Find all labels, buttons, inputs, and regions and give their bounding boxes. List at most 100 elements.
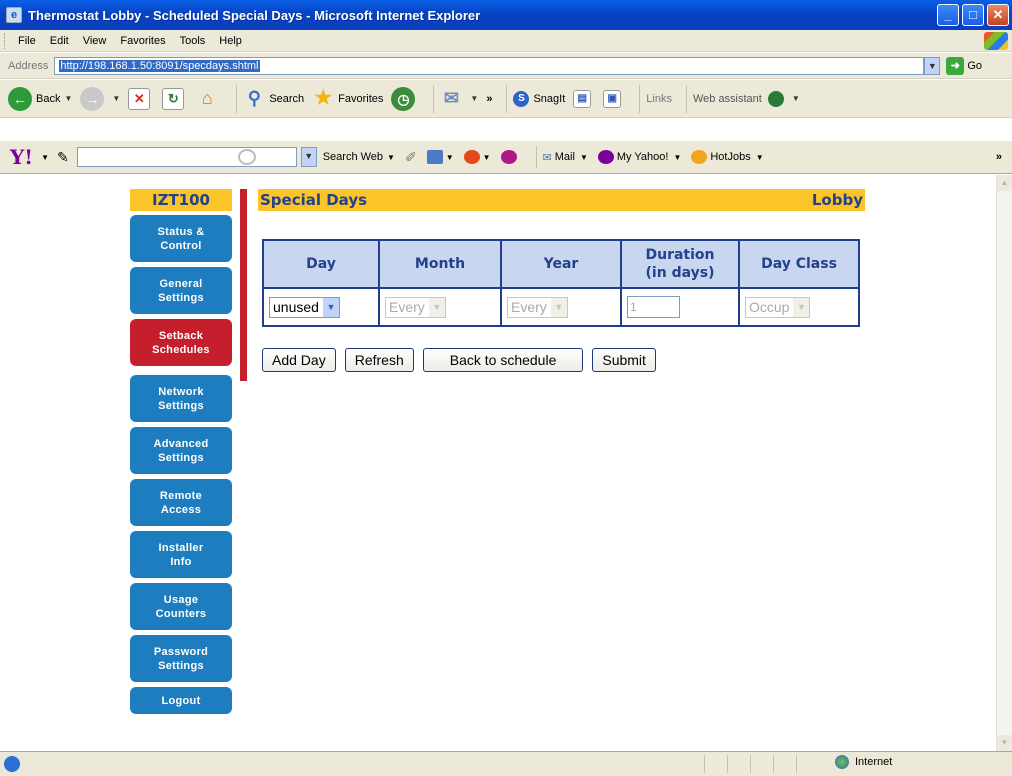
pencil-icon[interactable]: ✎ <box>57 149 69 166</box>
close-button[interactable]: ✕ <box>987 4 1009 26</box>
year-select[interactable]: Every ▼ <box>507 296 568 318</box>
address-input[interactable]: http://198.168.1.50:8091/specdays.shtml <box>54 56 925 75</box>
history-button[interactable]: ◷ <box>391 86 419 111</box>
duration-input[interactable]: 1 <box>627 296 680 318</box>
my-yahoo-dropdown-icon[interactable]: ▼ <box>673 153 681 162</box>
menu-help[interactable]: Help <box>212 35 249 47</box>
refresh-button[interactable]: Refresh <box>344 348 414 372</box>
active-section-bar <box>240 189 247 381</box>
search-web-button[interactable]: Search Web ▼ <box>323 151 395 163</box>
my-yahoo-button[interactable]: My Yahoo! ▼ <box>597 150 681 164</box>
mail-button[interactable]: ✉ ▼ <box>440 88 478 110</box>
toolbar-separator <box>236 84 238 113</box>
chevron-down-icon[interactable]: ▼ <box>428 297 445 317</box>
nav-advanced-settings[interactable]: Advanced Settings <box>130 427 232 474</box>
back-button[interactable]: ← Back ▼ <box>8 86 72 111</box>
cell-year: Every ▼ <box>500 287 622 327</box>
nav-network-settings[interactable]: Network Settings <box>130 375 232 422</box>
snagit-label: SnagIt <box>533 92 566 105</box>
search-button[interactable]: ⚲ Search <box>243 88 304 110</box>
back-to-schedule-button[interactable]: Back to schedule <box>422 348 584 372</box>
yahoo-chevron[interactable]: » <box>996 151 1002 163</box>
favorites-button[interactable]: ★ Favorites <box>312 88 383 110</box>
nav-installer-info[interactable]: Installer Info <box>130 531 232 578</box>
web-assistant-button[interactable]: Web assistant ▼ <box>693 90 800 107</box>
forward-dropdown-icon[interactable]: ▼ <box>112 94 120 103</box>
mail-icon: ✉ <box>443 87 459 108</box>
forward-button[interactable]: → ▼ <box>80 86 120 111</box>
highlight-button[interactable]: ✐ <box>405 149 417 166</box>
submit-button[interactable]: Submit <box>592 348 656 372</box>
col-month: Month <box>378 239 502 289</box>
antispy-icon <box>463 150 480 164</box>
add-day-button[interactable]: Add Day <box>262 348 336 372</box>
device-nav: IZT100 Status & Control General Settings… <box>130 189 232 719</box>
hotjobs-button[interactable]: HotJobs ▼ <box>691 150 764 164</box>
hotjobs-dropdown-icon[interactable]: ▼ <box>756 153 764 162</box>
toolbar-separator <box>535 146 537 168</box>
refresh-browser-button[interactable]: ↻ <box>162 87 188 110</box>
ie-app-icon: e <box>6 7 22 23</box>
nav-usage-counters[interactable]: Usage Counters <box>130 583 232 630</box>
menu-tools[interactable]: Tools <box>173 35 213 47</box>
favorites-label: Favorites <box>338 92 384 105</box>
toolbar-separator <box>639 84 641 113</box>
nav-remote-access[interactable]: Remote Access <box>130 479 232 526</box>
nav-password-settings[interactable]: Password Settings <box>130 635 232 682</box>
chevron-down-icon[interactable]: ▼ <box>793 297 810 317</box>
antispy-dropdown-icon[interactable]: ▼ <box>483 153 491 162</box>
month-select[interactable]: Every ▼ <box>385 296 446 318</box>
menu-edit[interactable]: Edit <box>43 35 76 47</box>
menu-view[interactable]: View <box>76 35 114 47</box>
maximize-button[interactable]: □ <box>962 4 984 26</box>
menu-file[interactable]: File <box>11 35 43 47</box>
yahoo-logo-icon[interactable]: Y! <box>10 145 33 169</box>
links-button[interactable]: Links <box>646 93 672 105</box>
toolbar-chevron[interactable]: » <box>486 93 492 105</box>
snagit-icon: S <box>513 90 530 107</box>
nav-label: Advanced <box>153 437 209 450</box>
nav-setback-schedules[interactable]: Setback Schedules <box>130 319 232 366</box>
stop-button[interactable]: ✕ <box>128 87 154 110</box>
snagit-capture-button[interactable]: ▤ <box>573 89 595 108</box>
yahoo-search-dropdown[interactable]: ▼ <box>300 147 317 167</box>
yahoo-dropdown-icon[interactable]: ▼ <box>41 153 49 162</box>
nav-label: Network <box>158 385 204 398</box>
search-icon: ⚲ <box>247 87 261 108</box>
address-dropdown[interactable]: ▼ <box>924 56 941 75</box>
snagit-open-button[interactable]: ▣ <box>603 89 625 108</box>
vertical-scrollbar[interactable]: ▲ ▼ <box>996 175 1012 751</box>
web-assistant-dropdown-icon[interactable]: ▼ <box>792 94 800 103</box>
hotjobs-icon <box>691 150 708 164</box>
chevron-down-icon[interactable]: ▼ <box>550 297 567 317</box>
nav-general-settings[interactable]: General Settings <box>130 267 232 314</box>
toolbar-options-button[interactable]: ▼ <box>426 150 454 164</box>
yahoo-mail-button[interactable]: ✉ Mail ▼ <box>543 151 588 164</box>
col-day-class: Day Class <box>738 239 860 289</box>
back-dropdown-icon[interactable]: ▼ <box>64 94 72 103</box>
go-label: Go <box>967 59 983 72</box>
mail-dropdown-icon[interactable]: ▼ <box>470 94 478 103</box>
minimize-button[interactable]: _ <box>937 4 959 26</box>
go-button[interactable]: ➜ Go <box>946 56 983 75</box>
nav-logout[interactable]: Logout <box>130 687 232 714</box>
yahoo-search-input[interactable] <box>76 147 297 167</box>
yahoo-mail-dropdown-icon[interactable]: ▼ <box>580 153 588 162</box>
snagit-button[interactable]: S SnagIt <box>513 90 566 107</box>
nav-status-control[interactable]: Status & Control <box>130 215 232 262</box>
menu-favorites[interactable]: Favorites <box>113 35 172 47</box>
title-bar: e Thermostat Lobby - Scheduled Special D… <box>0 0 1012 30</box>
search-web-dropdown-icon[interactable]: ▼ <box>387 153 395 162</box>
antispy-button[interactable]: ▼ <box>463 150 491 164</box>
day-select[interactable]: unused ▼ <box>269 296 340 318</box>
headphones-button[interactable] <box>500 150 520 164</box>
home-button[interactable]: ⌂ <box>196 88 222 110</box>
chevron-down-icon[interactable]: ▼ <box>322 297 339 317</box>
table-row: unused ▼ Every ▼ Every ▼ 1 Occup ▼ <box>262 287 860 327</box>
options-dropdown-icon[interactable]: ▼ <box>446 153 454 162</box>
day-class-select[interactable]: Occup ▼ <box>745 296 811 318</box>
scroll-down-icon[interactable]: ▼ <box>997 735 1012 751</box>
nav-label: Setback <box>158 329 204 342</box>
scroll-up-icon[interactable]: ▲ <box>997 175 1012 191</box>
address-url[interactable]: http://198.168.1.50:8091/specdays.shtml <box>59 59 260 72</box>
